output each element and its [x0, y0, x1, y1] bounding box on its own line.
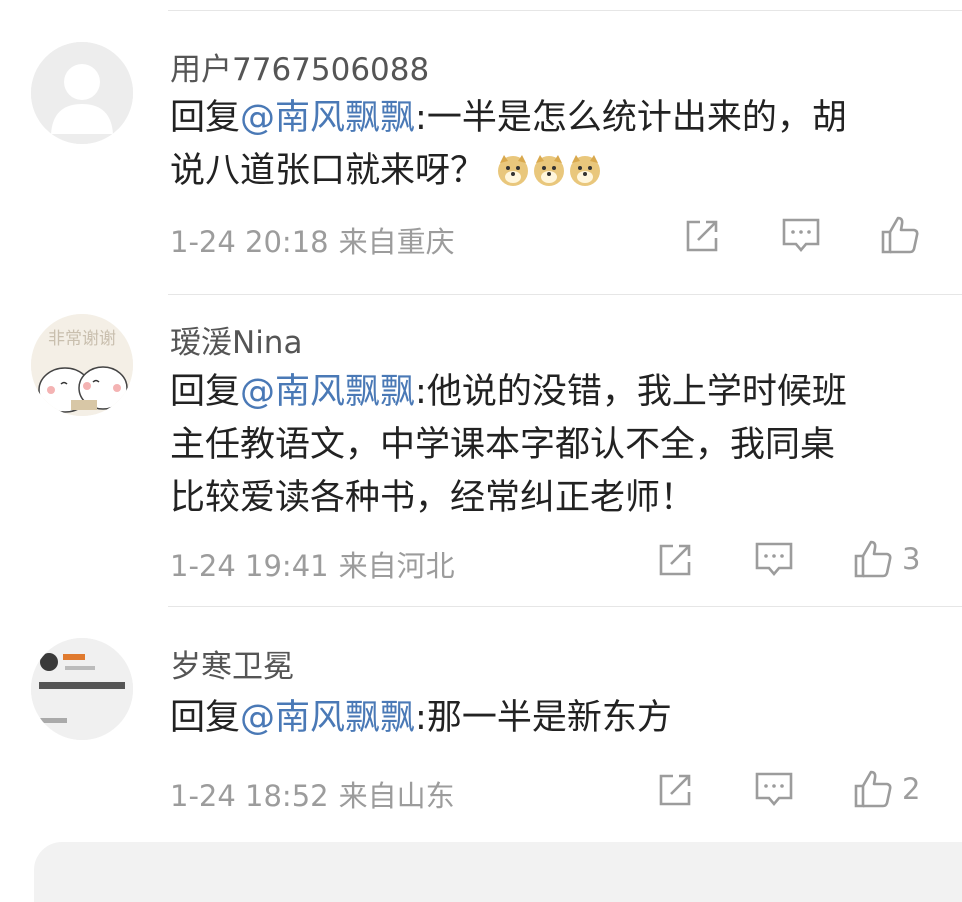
- comment-location: 来自重庆: [338, 225, 455, 259]
- doge-emoji-icon: [570, 155, 601, 186]
- mention-link[interactable]: @南风飘飘: [240, 98, 415, 138]
- thumbs-up-icon: [854, 770, 892, 808]
- reply-prefix: 回复: [170, 98, 241, 138]
- username[interactable]: 用户7767506088: [170, 44, 429, 89]
- comment-icon: [782, 218, 820, 253]
- thumbs-up-icon: [881, 216, 919, 254]
- comment-text-line: :一半是怎么统计出来的，胡: [415, 98, 847, 138]
- divider: [168, 294, 962, 295]
- username[interactable]: 瑷湲Nina: [170, 317, 302, 362]
- like-button[interactable]: 3: [852, 538, 920, 580]
- comment-text-line: :那一半是新东方: [415, 698, 672, 738]
- comment-text: 回复@南风飘飘:那一半是新东方: [170, 692, 930, 745]
- comment-icon: [755, 542, 793, 577]
- avatar-image: 非常谢谢: [31, 314, 133, 416]
- comment-date: 1-24 19:41: [170, 549, 329, 583]
- like-button[interactable]: 2: [852, 768, 920, 810]
- share-icon: [686, 220, 718, 252]
- comment-location: 来自河北: [338, 549, 455, 583]
- doge-emoji-icon: [498, 155, 529, 186]
- like-button[interactable]: [879, 214, 929, 256]
- avatar[interactable]: 非常谢谢: [31, 314, 133, 416]
- comment-meta: 1-24 18:52 来自山东: [170, 773, 465, 815]
- avatar[interactable]: [31, 42, 133, 144]
- comment-meta: 1-24 20:18 来自重庆: [170, 219, 465, 261]
- comment-text-line: :他说的没错，我上学时候班: [415, 372, 847, 412]
- comment-icon: [755, 772, 793, 807]
- thumbs-up-icon: [854, 540, 892, 578]
- comment-date: 1-24 20:18: [170, 225, 329, 259]
- reply-prefix: 回复: [170, 698, 241, 738]
- reply-button[interactable]: [780, 214, 822, 256]
- comment-text-line: 说八道张口就来呀？: [170, 151, 486, 191]
- share-icon: [659, 544, 691, 576]
- avatar[interactable]: [31, 638, 133, 740]
- share-button[interactable]: [655, 768, 697, 810]
- comment-text-line: 主任教语文，中学课本字都认不全，我同桌: [170, 425, 836, 465]
- avatar-image: [31, 638, 133, 740]
- comment-text: 回复@南风飘飘:他说的没错，我上学时候班 主任教语文，中学课本字都认不全，我同桌…: [170, 366, 930, 525]
- comment-date: 1-24 18:52: [170, 779, 329, 813]
- mention-link[interactable]: @南风飘飘: [240, 698, 415, 738]
- comment-text: 回复@南风飘飘:一半是怎么统计出来的，胡 说八道张口就来呀？: [170, 92, 930, 198]
- comment-meta: 1-24 19:41 来自河北: [170, 543, 465, 585]
- like-count: 2: [902, 772, 921, 806]
- like-count: 3: [902, 542, 921, 576]
- username[interactable]: 岁寒卫冕: [170, 641, 294, 686]
- divider: [168, 606, 962, 607]
- share-button[interactable]: [682, 214, 724, 256]
- doge-emoji-icon: [534, 155, 565, 186]
- divider: [168, 10, 962, 11]
- avatar-text: 非常谢谢: [48, 329, 116, 349]
- reply-button[interactable]: [753, 768, 795, 810]
- mention-link[interactable]: @南风飘飘: [240, 372, 415, 412]
- reply-button[interactable]: [753, 538, 795, 580]
- share-button[interactable]: [655, 538, 697, 580]
- comment-text-line: 比较爱读各种书，经常纠正老师！: [170, 478, 696, 518]
- share-icon: [659, 774, 691, 806]
- comment-location: 来自山东: [338, 779, 455, 813]
- reply-prefix: 回复: [170, 372, 241, 412]
- default-user-icon: [31, 42, 133, 144]
- comment-input-bar[interactable]: [34, 842, 962, 902]
